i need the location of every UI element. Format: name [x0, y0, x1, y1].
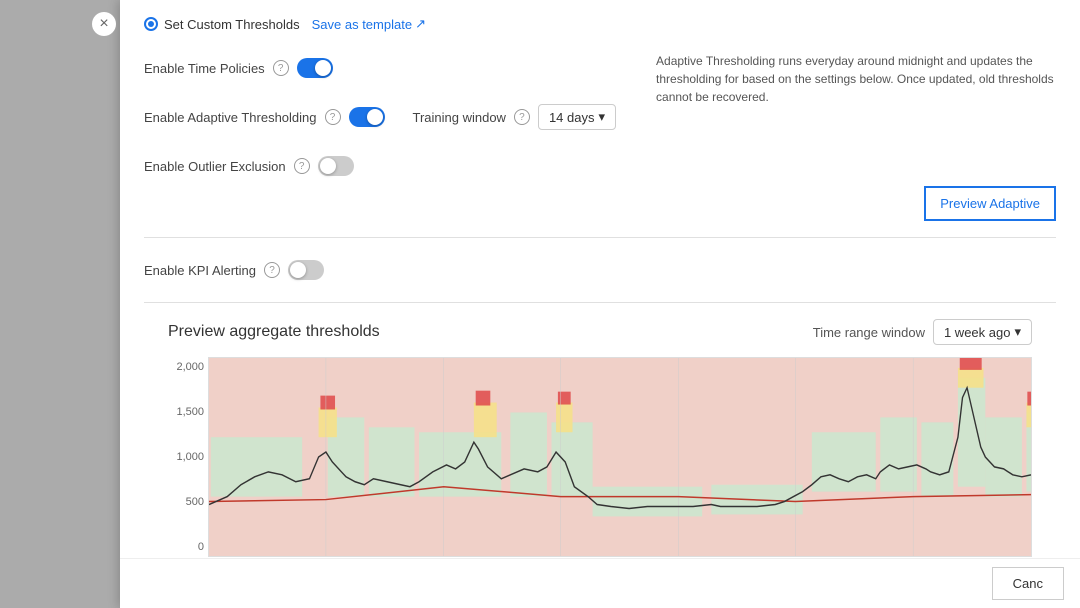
outlier-exclusion-row: Enable Outlier Exclusion ? — [144, 150, 616, 182]
preview-adaptive-button[interactable]: Preview Adaptive — [924, 186, 1056, 221]
training-window-value: 14 days — [549, 110, 595, 125]
y-label-0: 0 — [198, 541, 204, 553]
adaptive-thresholding-toggle[interactable] — [349, 107, 385, 127]
divider-2 — [144, 302, 1056, 303]
adaptive-thresholding-toggle-thumb — [367, 109, 383, 125]
time-range-value: 1 week ago — [944, 325, 1011, 340]
chart-area-wrapper: May 25 Thu May 26 Fri May 27 Sat May 28 … — [208, 357, 1032, 558]
time-range-chevron: ▾ — [1014, 324, 1021, 340]
x-axis-labels: May 25 Thu May 26 Fri May 27 Sat May 28 … — [208, 557, 1032, 558]
adaptive-info-row: Enable Time Policies ? Enable Adaptive T… — [144, 52, 1056, 182]
chart-container — [208, 357, 1032, 557]
kpi-alerting-toggle[interactable] — [288, 260, 324, 280]
outlier-exclusion-toggle[interactable] — [318, 156, 354, 176]
set-custom-thresholds-radio[interactable]: Set Custom Thresholds — [144, 17, 300, 32]
time-policies-toggle-thumb — [315, 60, 331, 76]
cancel-label: Canc — [1013, 576, 1043, 591]
header-row: Set Custom Thresholds Save as template ↗ — [144, 16, 1056, 32]
modal-panel: × Set Custom Thresholds Save as template… — [120, 0, 1080, 608]
time-policies-help-icon[interactable]: ? — [273, 60, 289, 76]
training-window-chevron: ▾ — [599, 109, 606, 125]
kpi-alerting-row: Enable KPI Alerting ? — [144, 254, 1056, 286]
outlier-exclusion-label: Enable Outlier Exclusion — [144, 159, 286, 174]
close-button[interactable]: × — [92, 12, 116, 36]
preview-section: Preview aggregate thresholds Time range … — [144, 319, 1056, 558]
y-label-500: 500 — [186, 496, 204, 508]
y-label-2000: 2,000 — [176, 361, 204, 373]
training-window-help-icon[interactable]: ? — [514, 109, 530, 125]
close-icon: × — [99, 15, 108, 33]
radio-dot — [144, 17, 158, 31]
save-template-link[interactable]: Save as template ↗ — [312, 16, 426, 32]
adaptive-info-text: Adaptive Thresholding runs everyday arou… — [656, 52, 1056, 106]
y-label-1000: 1,000 — [176, 451, 204, 463]
time-range-label: Time range window — [813, 325, 925, 340]
y-axis-labels: 2,000 1,500 1,000 500 0 — [168, 357, 208, 557]
adaptive-thresholding-help-icon[interactable]: ? — [325, 109, 341, 125]
kpi-alerting-label: Enable KPI Alerting — [144, 263, 256, 278]
adaptive-settings-col: Enable Time Policies ? Enable Adaptive T… — [144, 52, 616, 182]
cancel-button[interactable]: Canc — [992, 567, 1064, 600]
time-range-control: Time range window 1 week ago ▾ — [813, 319, 1032, 345]
modal-content: Set Custom Thresholds Save as template ↗… — [120, 0, 1080, 558]
time-policies-toggle[interactable] — [297, 58, 333, 78]
modal-footer: Canc — [120, 558, 1080, 608]
kpi-alerting-toggle-thumb — [290, 262, 306, 278]
training-window-dropdown[interactable]: 14 days ▾ — [538, 104, 616, 130]
training-window-label: Training window — [413, 110, 506, 125]
preview-title: Preview aggregate thresholds — [168, 323, 380, 341]
outlier-exclusion-toggle-thumb — [320, 158, 336, 174]
adaptive-thresholding-row: Enable Adaptive Thresholding ? Training … — [144, 98, 616, 136]
chart-wrapper: 2,000 1,500 1,000 500 0 — [168, 357, 1032, 558]
set-custom-thresholds-label: Set Custom Thresholds — [164, 17, 300, 32]
y-label-1500: 1,500 — [176, 406, 204, 418]
time-policies-row: Enable Time Policies ? — [144, 52, 616, 84]
kpi-alerting-help-icon[interactable]: ? — [264, 262, 280, 278]
divider-1 — [144, 237, 1056, 238]
save-template-label: Save as template — [312, 17, 412, 32]
time-range-dropdown[interactable]: 1 week ago ▾ — [933, 319, 1032, 345]
preview-header: Preview aggregate thresholds Time range … — [168, 319, 1032, 345]
chart-svg — [209, 358, 1031, 556]
adaptive-thresholding-label: Enable Adaptive Thresholding — [144, 110, 317, 125]
outlier-exclusion-help-icon[interactable]: ? — [294, 158, 310, 174]
time-policies-label: Enable Time Policies — [144, 61, 265, 76]
adaptive-info-text-container: Adaptive Thresholding runs everyday arou… — [656, 52, 1056, 106]
external-link-icon: ↗ — [415, 16, 426, 32]
